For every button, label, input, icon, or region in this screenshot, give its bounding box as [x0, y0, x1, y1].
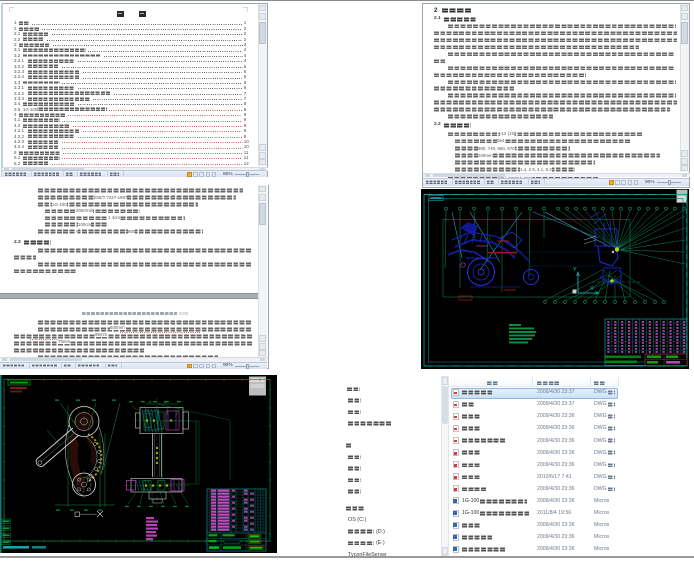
- svg-text:Y: Y: [573, 267, 577, 273]
- svg-text:X: X: [590, 286, 594, 292]
